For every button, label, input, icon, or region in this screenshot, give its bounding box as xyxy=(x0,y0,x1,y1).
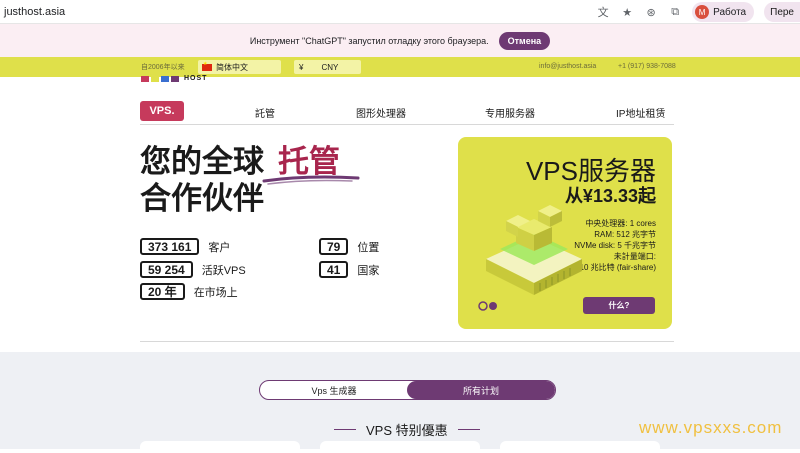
stat-label: 国家 xyxy=(357,264,380,277)
stat-label: 活跃VPS xyxy=(201,264,246,277)
hero-swash-decoration xyxy=(262,175,360,185)
browser-toolbar: 文 ★ ⊛ ⧉ M Работа Пере xyxy=(596,2,800,22)
logo-block-icon xyxy=(141,75,149,82)
stat-years: 20 年 在市场上 xyxy=(140,283,238,300)
promo-what-button[interactable]: 什么? xyxy=(583,297,655,314)
watermark: www.vpsxxs.com xyxy=(639,418,783,437)
special-offers-heading: VPS 特别優惠 xyxy=(334,420,494,439)
vps-promo-card[interactable]: VPS服务器 从¥13.33起 中央处理器: 1 cores RAM: 512 … xyxy=(458,137,672,329)
stat-value: 41 xyxy=(319,261,349,278)
since-label: 自2006年以来 xyxy=(141,64,185,71)
logo-block-icon xyxy=(151,75,159,82)
stat-clients: 373 161 客户 xyxy=(140,238,230,255)
logo-block-icon xyxy=(161,75,169,82)
offer-card[interactable] xyxy=(320,441,480,453)
stat-value: 373 161 xyxy=(140,238,200,255)
relaunch-button[interactable]: Пере xyxy=(764,2,800,22)
nav-divider xyxy=(140,124,674,125)
hero-divider xyxy=(140,341,674,342)
nav-item-dedicated[interactable]: 专用服务器 xyxy=(485,105,535,120)
stat-value: 20 年 xyxy=(140,283,185,300)
logo-block-icon xyxy=(171,75,179,82)
tab-vps-builder[interactable]: Vps 生成器 xyxy=(260,381,408,399)
logo-text: HOST xyxy=(184,75,208,82)
currency-symbol: ¥ xyxy=(299,62,304,72)
debug-banner-text: Инструмент "ChatGPT" запустил отладку эт… xyxy=(249,35,489,46)
stat-label: 位置 xyxy=(357,241,380,254)
server-illustration-icon xyxy=(486,205,582,295)
toggle-icon[interactable] xyxy=(478,300,500,312)
contact-phone[interactable]: +1 (917) 938-7088 xyxy=(618,63,676,70)
translate-icon[interactable]: 文 xyxy=(596,5,610,19)
nav-item-hosting[interactable]: 託管 xyxy=(255,105,275,120)
bookmark-star-icon[interactable]: ★ xyxy=(620,5,634,19)
site-logo[interactable]: HOST xyxy=(141,75,207,82)
tab-all-plans[interactable]: 所有计划 xyxy=(407,381,555,399)
debug-banner: Инструмент "ChatGPT" запустил отладку эт… xyxy=(0,24,800,57)
stat-locations: 79 位置 xyxy=(319,238,379,255)
relaunch-label: Пере xyxy=(770,6,794,18)
stat-countries: 41 国家 xyxy=(319,261,379,278)
hero-line1-a: 您的全球 xyxy=(140,144,264,179)
stat-label: 在市场上 xyxy=(193,286,238,299)
currency-selector[interactable]: ¥ CNY xyxy=(294,60,361,74)
language-selector[interactable]: 简体中文 xyxy=(198,60,281,74)
avatar: M xyxy=(695,5,710,19)
stat-label: 客户 xyxy=(208,241,231,254)
nav-item-vps[interactable]: VPS. xyxy=(140,101,184,121)
stat-active-vps: 59 254 活跃VPS xyxy=(140,261,246,278)
top-info-strip: 自2006年以来 简体中文 ¥ CNY info@justhost.asia +… xyxy=(0,57,800,77)
language-label: 简体中文 xyxy=(216,62,248,72)
browser-address-bar[interactable]: justhost.asia 文 ★ ⊛ ⧉ M Работа Пере xyxy=(0,0,800,24)
cancel-debug-button[interactable]: Отмена xyxy=(498,31,551,50)
nav-item-gpu[interactable]: 图形处理器 xyxy=(356,105,406,120)
stat-value: 79 xyxy=(319,238,349,255)
profile-button[interactable]: M Работа xyxy=(692,2,755,22)
profile-label: Работа xyxy=(713,6,747,18)
offer-card[interactable] xyxy=(140,441,300,453)
extensions-icon[interactable]: ⧉ xyxy=(668,5,682,19)
contact-email[interactable]: info@justhost.asia xyxy=(539,63,596,70)
chatgpt-icon[interactable]: ⊛ xyxy=(644,5,658,19)
section-title: VPS 特别優惠 xyxy=(366,423,448,438)
offer-card[interactable] xyxy=(500,441,660,453)
stat-value: 59 254 xyxy=(140,261,193,278)
plan-tab-switch[interactable]: Vps 生成器 所有计划 xyxy=(259,380,556,400)
heading-rule xyxy=(457,428,480,431)
heading-rule xyxy=(334,428,356,431)
address-url[interactable]: justhost.asia xyxy=(4,6,65,18)
china-flag-icon xyxy=(202,61,212,71)
currency-code: CNY xyxy=(321,62,339,72)
main-nav: VPS. 託管 图形处理器 专用服务器 IP地址租赁 xyxy=(140,99,674,123)
nav-item-ip-rental[interactable]: IP地址租赁 xyxy=(616,105,665,120)
